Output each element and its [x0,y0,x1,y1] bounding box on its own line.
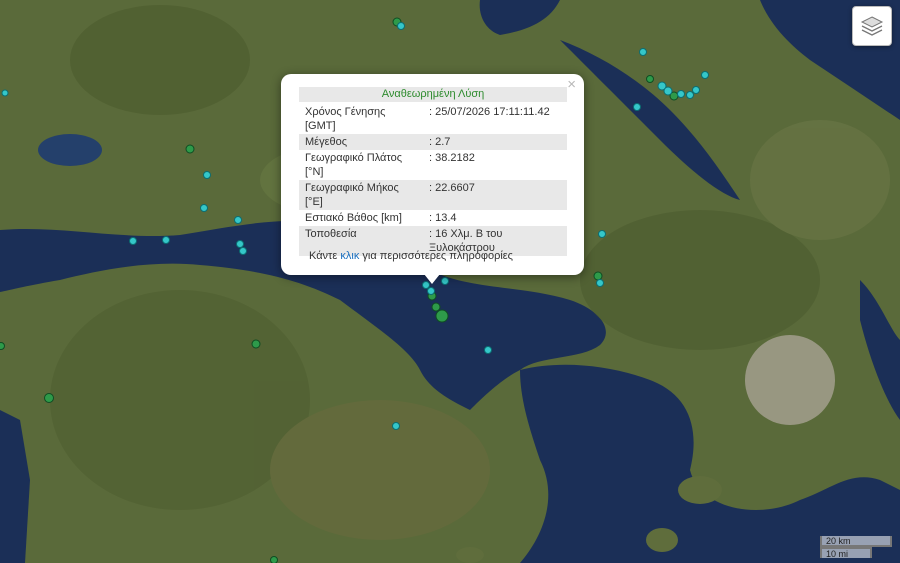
event-marker[interactable] [435,309,449,323]
event-marker[interactable] [203,171,211,179]
popup-title: Αναθεωρημένη Λύση [299,87,567,102]
event-marker[interactable] [392,422,400,430]
table-row: Μέγεθος : 2.7 [299,134,567,150]
layers-icon [860,16,884,36]
more-info-suffix: για περισσότερες πληροφορίες [359,250,513,262]
layers-button[interactable] [852,6,892,46]
detail-label: Γεωγραφικό Πλάτος [°N] [305,152,403,178]
event-marker[interactable] [663,86,673,96]
event-marker[interactable] [162,236,170,244]
detail-value: : 25/07/2026 17:11:11.42 [429,106,550,118]
more-info-text: Κάντε κλικ για περισσότερες πληροφορίες [309,250,513,262]
table-row: Γεωγραφικό Πλάτος [°N] : 38.2182 [299,150,567,180]
event-marker[interactable] [639,48,647,56]
event-marker[interactable] [441,277,449,285]
event-marker[interactable] [686,91,694,99]
event-marker[interactable] [646,75,654,83]
event-marker[interactable] [596,279,604,287]
table-row: Χρόνος Γένησης [GMT] : 25/07/2026 17:11:… [299,104,567,134]
event-marker[interactable] [129,237,137,245]
table-row: Εστιακό Βάθος [km] : 13.4 [299,210,567,226]
more-info-prefix: Κάντε [309,250,341,262]
event-popup: × Αναθεωρημένη Λύση Χρόνος Γένησης [GMT]… [281,74,584,275]
detail-value: : 38.2182 [429,152,475,164]
event-marker[interactable] [677,90,685,98]
scale-bar: 20 km 10 mi [820,536,892,559]
event-marker[interactable] [701,71,709,79]
detail-label: Εστιακό Βάθος [km] [305,212,402,224]
event-marker[interactable] [185,144,195,154]
event-marker[interactable] [236,240,244,248]
detail-value: : 2.7 [423,134,567,150]
scale-km: 20 km [820,536,892,547]
event-details-table: Χρόνος Γένησης [GMT] : 25/07/2026 17:11:… [299,104,567,256]
event-marker[interactable] [484,346,492,354]
event-marker[interactable] [397,22,405,30]
event-marker[interactable] [431,302,441,312]
event-marker[interactable] [1,89,9,97]
event-marker[interactable] [44,393,54,403]
popup-pointer [424,274,440,284]
detail-label: Χρόνος Γένησης [GMT] [305,106,386,132]
event-marker[interactable] [239,247,247,255]
event-marker[interactable] [633,103,641,111]
event-marker[interactable] [598,230,606,238]
detail-label: Γεωγραφικό Μήκος [°E] [299,180,423,210]
detail-value: : 22.6607 [423,180,567,210]
close-icon[interactable]: × [567,77,576,93]
event-marker[interactable] [200,204,208,212]
event-marker[interactable] [692,86,700,94]
event-marker[interactable] [251,339,261,349]
event-marker[interactable] [234,216,242,224]
event-marker[interactable] [0,342,5,350]
event-marker[interactable] [427,287,435,295]
event-marker[interactable] [593,271,603,281]
detail-label: Μέγεθος [299,134,423,150]
scale-mi: 10 mi [820,547,872,559]
table-row: Γεωγραφικό Μήκος [°E] : 22.6607 [299,180,567,210]
more-info-link[interactable]: κλικ [340,250,359,262]
detail-value: : 13.4 [429,212,457,224]
event-marker[interactable] [270,556,278,563]
